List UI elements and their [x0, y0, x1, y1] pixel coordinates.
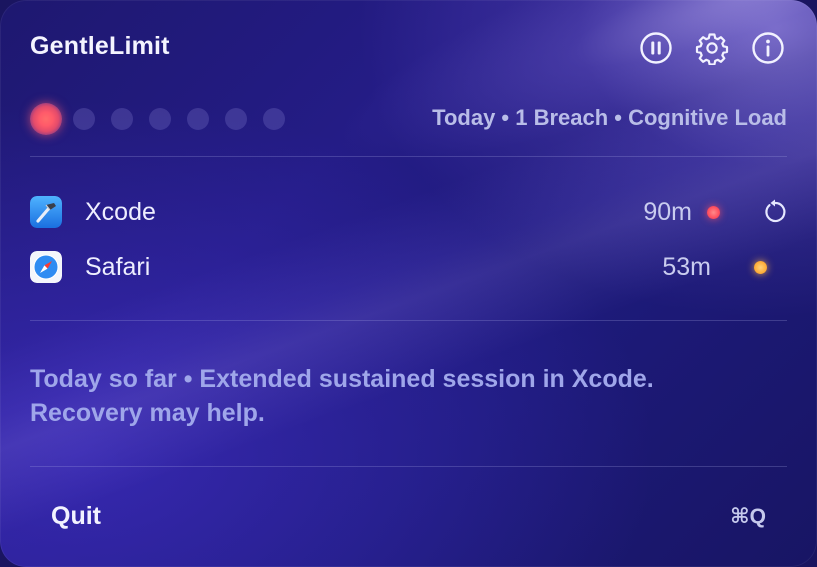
app-row-safari[interactable]: Safari 53m	[30, 249, 787, 285]
pause-icon	[640, 32, 672, 64]
app-row-xcode[interactable]: Xcode 90m	[30, 194, 787, 230]
breach-dot	[225, 108, 247, 130]
breach-dot-active	[30, 103, 62, 135]
insight-message: Today so far • Extended sustained sessio…	[30, 362, 790, 430]
divider	[30, 466, 787, 467]
app-title: GentleLimit	[30, 32, 170, 60]
xcode-icon	[30, 196, 62, 228]
reset-icon[interactable]	[761, 198, 789, 226]
summary-status: Today • 1 Breach • Cognitive Load	[432, 105, 787, 130]
menu-bar-popover: GentleLimit Today • 1 Breach • Cognitive…	[0, 0, 817, 567]
gear-icon	[695, 33, 729, 65]
insight-line: Today so far • Extended sustained sessio…	[30, 365, 654, 393]
insight-line: Recovery may help.	[30, 399, 265, 427]
app-time: 90m	[643, 198, 692, 226]
safari-icon	[30, 251, 62, 283]
app-name: Xcode	[85, 198, 156, 226]
quit-button[interactable]: Quit	[51, 502, 101, 531]
breach-dot	[73, 108, 95, 130]
breach-dot	[263, 108, 285, 130]
quit-shortcut: ⌘Q	[730, 505, 766, 528]
status-dot-amber	[754, 261, 767, 274]
pause-button[interactable]	[639, 31, 673, 65]
divider	[30, 320, 787, 321]
status-dot-red	[707, 206, 720, 219]
settings-button[interactable]	[695, 31, 729, 65]
divider	[30, 156, 787, 157]
info-button[interactable]	[751, 31, 785, 65]
info-icon	[752, 32, 784, 64]
breach-dot	[111, 108, 133, 130]
breach-dot	[149, 108, 171, 130]
breach-dot	[187, 108, 209, 130]
app-name: Safari	[85, 253, 151, 281]
app-time: 53m	[662, 253, 711, 281]
